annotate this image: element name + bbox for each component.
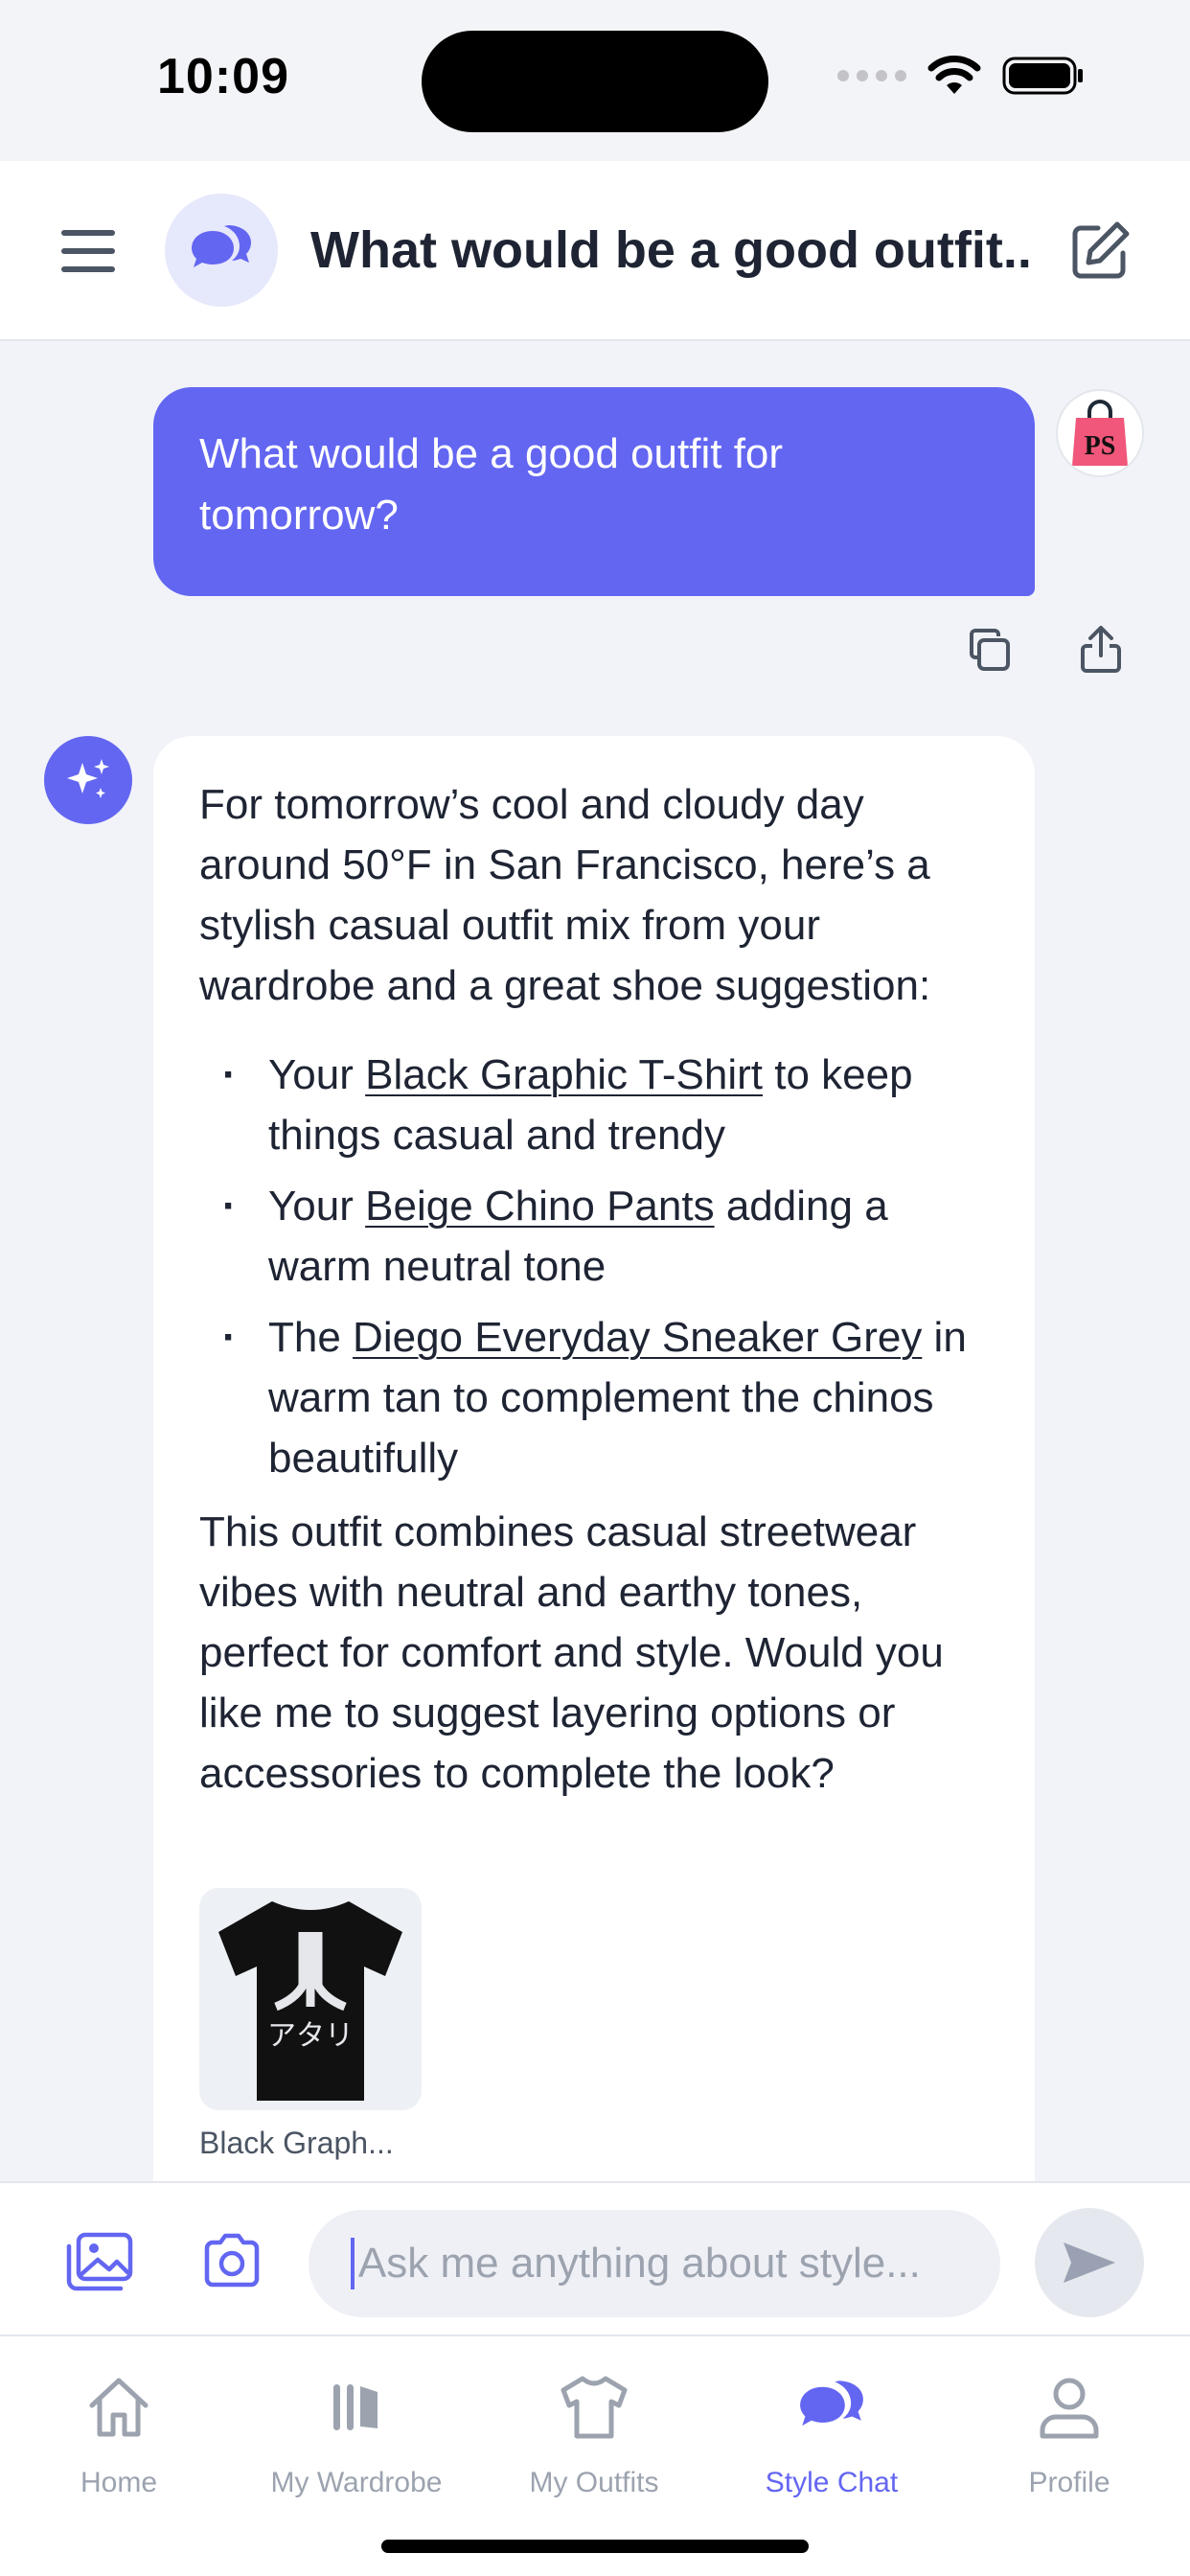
chat-avatar xyxy=(165,194,278,307)
status-bar: 10:09 xyxy=(0,0,1190,161)
user-avatar[interactable]: PS xyxy=(1056,389,1144,477)
diego-sneaker-link[interactable]: Diego Everyday Sneaker Grey xyxy=(353,1314,922,1361)
send-icon xyxy=(1064,2242,1115,2283)
list-item: The Diego Everyday Sneaker Grey in warm … xyxy=(222,1307,989,1488)
status-indicators xyxy=(837,56,1085,96)
home-icon xyxy=(89,2378,149,2437)
send-button[interactable] xyxy=(1035,2208,1144,2317)
tshirt-print-text: アタリ xyxy=(267,2019,354,2053)
cellular-signal-icon xyxy=(837,70,906,81)
message-composer xyxy=(0,2181,1190,2334)
outfit-item-list: Your Black Graphic T-Shirt to keep thing… xyxy=(222,1045,989,1488)
share-icon[interactable] xyxy=(1079,625,1123,675)
dynamic-island xyxy=(422,31,768,132)
product-thumbnail: アタリ xyxy=(199,1888,422,2110)
tab-profile[interactable]: Profile xyxy=(950,2369,1188,2499)
assistant-message-bubble: For tomorrow’s cool and cloudy day aroun… xyxy=(153,736,1035,2185)
product-card[interactable]: アタリ Black Graph... xyxy=(199,1888,422,2162)
shopping-bag-logo: PS xyxy=(1072,400,1128,466)
list-item: Your Black Graphic T-Shirt to keep thing… xyxy=(222,1045,989,1165)
wifi-icon xyxy=(927,56,981,94)
product-caption: Black Graph... xyxy=(199,2126,394,2160)
tshirt-icon xyxy=(561,2376,628,2439)
assistant-avatar xyxy=(44,736,132,824)
battery-icon xyxy=(1002,57,1083,95)
new-chat-icon[interactable] xyxy=(1069,220,1131,282)
tab-style-chat[interactable]: Style Chat xyxy=(713,2369,950,2499)
avatar-initials: PS xyxy=(1085,431,1116,461)
chat-bubble-icon xyxy=(192,225,251,267)
chat-header: What would be a good outfit... xyxy=(0,161,1190,341)
tab-my-wardrobe-label: My Wardrobe xyxy=(270,2467,443,2498)
beige-chino-pants-link[interactable]: Beige Chino Pants xyxy=(365,1183,714,1230)
sparkles-icon xyxy=(67,759,109,798)
list-item: Your Beige Chino Pants adding a warm neu… xyxy=(222,1176,989,1297)
copy-icon[interactable] xyxy=(968,629,1012,673)
profile-icon xyxy=(1040,2378,1099,2439)
tab-my-outfits-label: My Outfits xyxy=(529,2467,659,2498)
tab-profile-label: Profile xyxy=(1028,2467,1110,2498)
tab-home-label: Home xyxy=(80,2467,158,2498)
home-indicator xyxy=(381,2540,809,2553)
tab-home[interactable]: Home xyxy=(0,2369,238,2499)
chat-bubble-icon xyxy=(800,2380,863,2426)
status-time: 10:09 xyxy=(157,49,289,104)
photo-gallery-icon[interactable] xyxy=(65,2231,134,2292)
user-message-text: What would be a good outfit for tomorrow… xyxy=(199,430,784,539)
chat-input-container[interactable] xyxy=(309,2210,1000,2317)
assistant-outro-text: This outfit combines casual streetwear v… xyxy=(199,1508,944,1797)
user-message-bubble: What would be a good outfit for tomorrow… xyxy=(153,387,1035,596)
chat-input[interactable] xyxy=(357,2240,958,2288)
tab-my-wardrobe[interactable]: My Wardrobe xyxy=(238,2369,475,2499)
camera-icon[interactable] xyxy=(201,2233,263,2288)
text-cursor xyxy=(351,2238,355,2289)
assistant-intro-text: For tomorrow’s cool and cloudy day aroun… xyxy=(199,781,931,1009)
page-title: What would be a good outfit... xyxy=(310,221,1029,279)
black-graphic-tshirt-link[interactable]: Black Graphic T-Shirt xyxy=(365,1051,763,1098)
tab-style-chat-label: Style Chat xyxy=(765,2467,899,2498)
tshirt-image: アタリ xyxy=(218,1901,402,2101)
wardrobe-icon xyxy=(333,2384,378,2430)
tab-my-outfits[interactable]: My Outfits xyxy=(475,2369,713,2499)
menu-icon[interactable] xyxy=(57,224,119,278)
